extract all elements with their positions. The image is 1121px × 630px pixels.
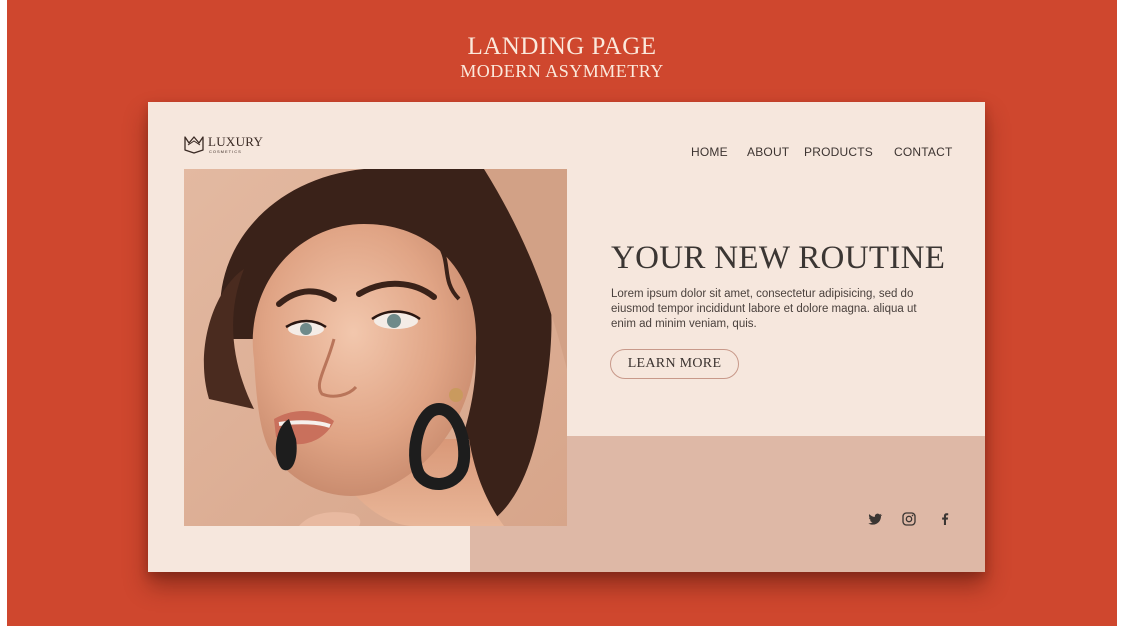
learn-more-button[interactable]: LEARN MORE: [610, 349, 739, 379]
landing-page-card: LUXURY COSMETICS HOME ABOUT PRODUCTS CON…: [148, 102, 985, 572]
nav-home[interactable]: HOME: [691, 145, 728, 159]
crown-icon: [184, 136, 204, 154]
nav-products[interactable]: PRODUCTS: [804, 145, 873, 159]
brand-tagline: COSMETICS: [209, 148, 242, 154]
facebook-icon[interactable]: [937, 511, 953, 527]
instagram-icon[interactable]: [901, 511, 917, 527]
nav-contact[interactable]: CONTACT: [894, 145, 953, 159]
hero-photo: [184, 169, 567, 526]
banner-title: LANDING PAGE: [467, 33, 657, 60]
brand-name: LUXURY: [208, 133, 264, 149]
canvas-background: LANDING PAGE MODERN ASYMMETRY LUXURY COS…: [7, 0, 1117, 626]
brand-logo[interactable]: LUXURY COSMETICS: [183, 134, 263, 154]
hero-title: YOUR NEW ROUTINE: [611, 240, 946, 276]
twitter-icon[interactable]: [867, 511, 883, 527]
hero-body-text: Lorem ipsum dolor sit amet, consectetur …: [611, 288, 917, 330]
nav-about[interactable]: ABOUT: [747, 145, 789, 159]
banner-subtitle: MODERN ASYMMETRY: [460, 61, 664, 81]
